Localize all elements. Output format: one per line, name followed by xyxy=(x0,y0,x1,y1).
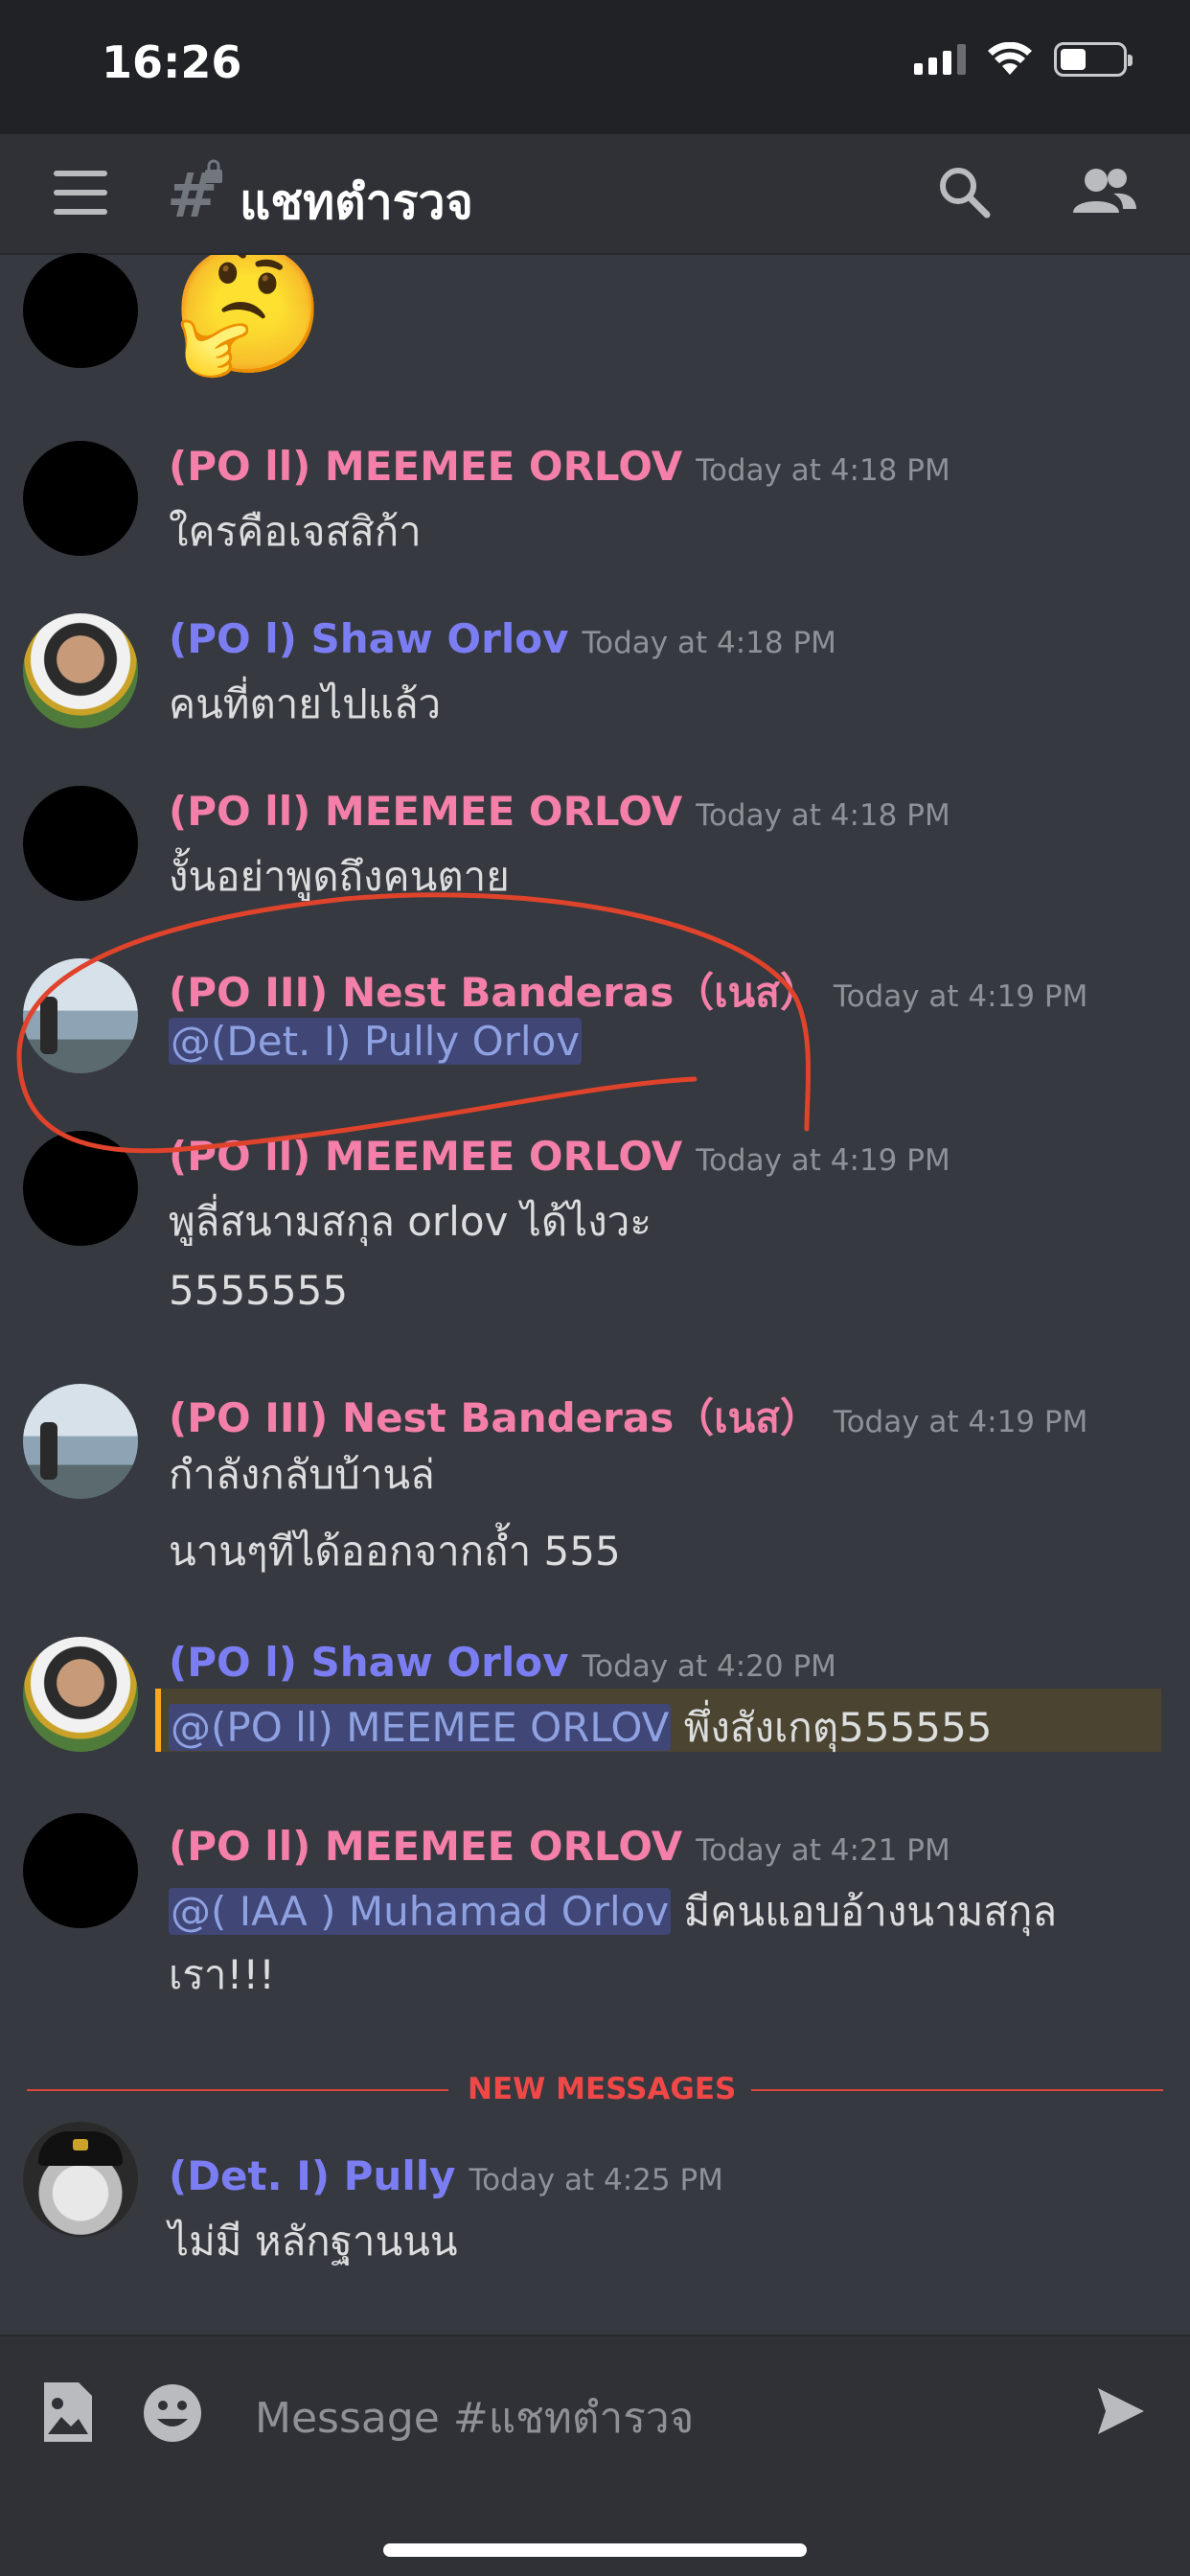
message-text: @(Det. I) Pully Orlov xyxy=(169,1018,583,1065)
avatar[interactable] xyxy=(23,441,138,556)
message-meta: (PO ll) MEEMEE ORLOV Today at 4:19 PM xyxy=(169,1133,950,1180)
avatar[interactable] xyxy=(23,613,138,728)
lock-icon xyxy=(205,159,222,183)
message-input[interactable]: Message #แชทตำรวจ xyxy=(255,2384,694,2451)
message-text-body: มีคนแอบอ้างนามสกุล xyxy=(671,1888,1058,1935)
message-list[interactable]: 🤔 (PO ll) MEEMEE ORLOV Today at 4:18 PM ใ… xyxy=(0,253,1190,2334)
status-icons xyxy=(914,42,1133,77)
wifi-icon xyxy=(988,42,1032,75)
new-messages-label: NEW MESSAGES xyxy=(468,2072,737,2106)
status-bar: 16:26 xyxy=(0,0,1190,134)
message-text: งั้นอย่าพูดถึงคนตาย xyxy=(169,853,510,900)
battery-icon xyxy=(1054,42,1133,77)
avatar[interactable] xyxy=(23,253,138,368)
message-author[interactable]: (PO III) Nest Banderas（เนส） xyxy=(169,969,820,1016)
message-meta: (PO III) Nest Banderas（เนส） Today at 4:19… xyxy=(169,1386,1087,1450)
message-meta: (PO ll) MEEMEE ORLOV Today at 4:18 PM xyxy=(169,788,950,835)
message-text: พูลี่สนามสกุล orlov ได้ไงวะ xyxy=(169,1198,652,1245)
cellular-signal-icon xyxy=(914,44,966,75)
avatar[interactable] xyxy=(23,1384,138,1499)
avatar[interactable] xyxy=(23,2122,138,2237)
message-item: (PO ll) MEEMEE ORLOV Today at 4:18 PM งั้… xyxy=(0,788,1190,912)
message-text: ไม่มี หลักฐานนน xyxy=(169,2218,458,2265)
message-author[interactable]: (PO III) Nest Banderas（เนส） xyxy=(169,1394,820,1441)
message-author[interactable]: (PO ll) MEEMEE ORLOV xyxy=(169,788,682,835)
message-text: เรา!!! xyxy=(169,1951,276,1998)
message-text: ใครคือเจสสิก้า xyxy=(169,508,422,555)
user-mention[interactable]: @( IAA ) Muhamad Orlov xyxy=(169,1888,672,1935)
message-meta: (PO ll) MEEMEE ORLOV Today at 4:21 PM xyxy=(169,1823,950,1870)
channel-name[interactable]: แชทตำรวจ xyxy=(240,165,473,241)
message-time: Today at 4:19 PM xyxy=(833,979,1088,1014)
image-icon[interactable] xyxy=(40,2379,96,2446)
members-icon[interactable] xyxy=(1069,163,1138,220)
message-item: (PO ll) MEEMEE ORLOV Today at 4:19 PM พูล… xyxy=(0,1133,1190,1324)
message-author[interactable]: (Det. I) Pully xyxy=(169,2152,456,2199)
message-item: (PO l) Shaw Orlov Today at 4:20 PM @(PO l… xyxy=(0,1639,1190,1763)
message-time: Today at 4:21 PM xyxy=(696,1833,950,1868)
avatar[interactable] xyxy=(23,786,138,901)
message-meta: (PO III) Nest Banderas（เนส） Today at 4:19… xyxy=(169,960,1087,1024)
message-time: Today at 4:25 PM xyxy=(469,2163,723,2197)
message-text: นานๆทีได้ออกจากถ้ำ 555 xyxy=(169,1528,621,1575)
message-author[interactable]: (PO ll) MEEMEE ORLOV xyxy=(169,1133,682,1180)
message-text: กำลังกลับบ้านล่ xyxy=(169,1451,435,1498)
user-mention[interactable]: @(PO ll) MEEMEE ORLOV xyxy=(169,1704,672,1751)
status-time: 16:26 xyxy=(102,36,242,88)
message-meta: (PO l) Shaw Orlov Today at 4:20 PM xyxy=(169,1639,836,1686)
thinking-emoji: 🤔 xyxy=(171,255,326,382)
message-text-body: พึ่งสังเกตุ555555 xyxy=(671,1704,993,1751)
message-author[interactable]: (PO ll) MEEMEE ORLOV xyxy=(169,1823,682,1870)
user-mention[interactable]: @(Det. I) Pully Orlov xyxy=(169,1018,583,1065)
message-item: (PO ll) MEEMEE ORLOV Today at 4:21 PM @( … xyxy=(0,1823,1190,2014)
home-indicator[interactable] xyxy=(383,2543,807,2557)
message-time: Today at 4:18 PM xyxy=(582,626,836,660)
avatar[interactable] xyxy=(23,1637,138,1752)
avatar[interactable] xyxy=(23,1813,138,1928)
message-item: (PO l) Shaw Orlov Today at 4:18 PM คนที่ต… xyxy=(0,615,1190,740)
search-icon[interactable] xyxy=(935,163,993,220)
message-input-bar: Message #แชทตำรวจ xyxy=(0,2334,1190,2576)
message-text: @( IAA ) Muhamad Orlov มีคนแอบอ้างนามสกุ… xyxy=(169,1880,1057,1944)
message-meta: (PO l) Shaw Orlov Today at 4:18 PM xyxy=(169,615,836,662)
message-item: (PO III) Nest Banderas（เนส） Today at 4:19… xyxy=(0,1386,1190,1577)
message-meta: (PO ll) MEEMEE ORLOV Today at 4:18 PM xyxy=(169,443,950,490)
message-author[interactable]: (PO ll) MEEMEE ORLOV xyxy=(169,443,682,490)
message-text: 5555555 xyxy=(169,1267,349,1314)
message-text: คนที่ตายไปแล้ว xyxy=(169,680,442,727)
message-meta: (Det. I) Pully Today at 4:25 PM xyxy=(169,2152,723,2199)
send-icon[interactable] xyxy=(1094,2384,1148,2438)
message-text: @(PO ll) MEEMEE ORLOV พึ่งสังเกตุ555555 xyxy=(169,1696,992,1760)
message-time: Today at 4:19 PM xyxy=(833,1405,1088,1439)
message-item: (PO III) Nest Banderas（เนส） Today at 4:19… xyxy=(0,960,1190,1085)
message-time: Today at 4:18 PM xyxy=(696,453,950,488)
avatar[interactable] xyxy=(23,1131,138,1246)
message-author[interactable]: (PO l) Shaw Orlov xyxy=(169,615,568,662)
message-time: Today at 4:20 PM xyxy=(582,1649,836,1684)
channel-header: # แชทตำรวจ xyxy=(0,134,1190,255)
message-author[interactable]: (PO l) Shaw Orlov xyxy=(169,1639,568,1686)
new-messages-divider: NEW MESSAGES xyxy=(27,2068,1163,2110)
message-item: (PO ll) MEEMEE ORLOV Today at 4:18 PM ใคร… xyxy=(0,253,1190,567)
emoji-icon[interactable] xyxy=(142,2382,203,2444)
hamburger-icon[interactable] xyxy=(54,171,107,215)
message-item: 🤔 xyxy=(0,255,1190,380)
message-time: Today at 4:18 PM xyxy=(696,798,950,833)
message-time: Today at 4:19 PM xyxy=(696,1143,950,1178)
message-item: (Det. I) Pully Today at 4:25 PM ไม่มี หลั… xyxy=(0,2152,1190,2277)
avatar[interactable] xyxy=(23,958,138,1073)
